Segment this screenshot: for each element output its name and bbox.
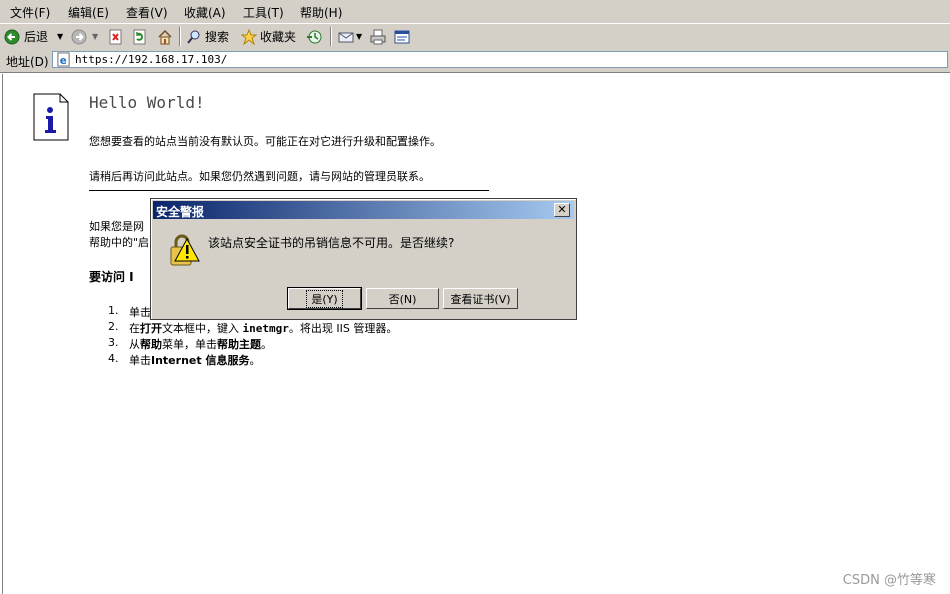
- search-label: 搜索: [205, 30, 230, 44]
- step-text-part: 从: [129, 338, 140, 351]
- menu-edit[interactable]: 编辑(E): [68, 4, 109, 21]
- step-number: 1.: [108, 304, 119, 317]
- ie-page-icon: e: [57, 52, 70, 67]
- step-text-part: 文本框中，键入: [162, 322, 243, 335]
- menu-tools[interactable]: 工具(T): [243, 4, 284, 21]
- divider: [89, 190, 489, 191]
- view-certificate-button[interactable]: 查看证书(V): [443, 288, 518, 309]
- back-button[interactable]: 后退 ▼: [4, 27, 63, 46]
- back-arrow-icon: [4, 29, 20, 44]
- toolbar-separator: [179, 27, 181, 46]
- dialog-title-bar[interactable]: 安全警报 ✕: [153, 201, 574, 219]
- security-alert-dialog: 安全警报 ✕ 该站点安全证书的吊销信息不可用。是否继续? 是(Y) 否(N) 查…: [150, 198, 577, 320]
- step-number: 3.: [108, 336, 119, 349]
- edit-button[interactable]: [394, 27, 410, 46]
- step-text-part: 在: [129, 322, 140, 335]
- step-command: inetmgr: [242, 322, 289, 335]
- history-button[interactable]: [306, 27, 322, 46]
- step-text-bold: 帮助: [140, 338, 162, 351]
- yes-label: 是(Y): [306, 289, 343, 308]
- body-text-line: 如果您是网: [89, 220, 144, 233]
- no-label: 否(N): [388, 292, 417, 306]
- search-icon: [187, 30, 200, 44]
- page-title: Hello World!: [89, 93, 205, 112]
- favorites-label: 收藏夹: [260, 30, 297, 44]
- star-icon: [241, 28, 257, 45]
- step-text-bold: 帮助主题: [217, 338, 261, 351]
- home-icon: [158, 29, 172, 44]
- search-button[interactable]: 搜索: [186, 27, 229, 46]
- step-text: 在打开文本框中，键入 inetmgr。将出现 IIS 管理器。: [129, 320, 397, 336]
- dialog-title: 安全警报: [156, 205, 205, 219]
- address-bar: 地址(D) e: [0, 49, 950, 73]
- step-text: 从帮助菜单，单击帮助主题。: [129, 336, 272, 352]
- watermark: CSDN @竹等寒: [842, 573, 936, 588]
- step-text: 单击: [129, 306, 151, 319]
- home-button[interactable]: [157, 27, 173, 46]
- stop-icon: [109, 29, 122, 44]
- info-icon: [33, 93, 69, 141]
- step-text-bold: Internet 信息服务: [151, 354, 250, 367]
- step-text-part: 菜单，单击: [162, 338, 217, 351]
- step-text-part: 。将出现 IIS 管理器。: [288, 322, 398, 335]
- mail-icon: [338, 32, 354, 42]
- close-button[interactable]: ✕: [554, 203, 570, 217]
- yes-button[interactable]: 是(Y): [287, 287, 362, 310]
- step-text-part: 。: [261, 338, 272, 351]
- step-text: 单击Internet 信息服务。: [129, 352, 260, 368]
- printer-icon: [370, 29, 386, 44]
- address-field[interactable]: e: [52, 51, 948, 68]
- menu-bar: 文件(F) 编辑(E) 查看(V) 收藏(A) 工具(T) 帮助(H): [0, 0, 950, 24]
- menu-help[interactable]: 帮助(H): [300, 4, 342, 21]
- history-icon: [307, 30, 322, 43]
- refresh-button[interactable]: [132, 27, 148, 46]
- step-text-part: 。: [249, 354, 261, 367]
- svg-text:e: e: [60, 55, 67, 67]
- address-label: 地址(D): [6, 55, 49, 69]
- no-button[interactable]: 否(N): [366, 288, 439, 309]
- toolbar-separator: [330, 27, 332, 46]
- section-heading: 要访问 I: [89, 270, 134, 284]
- refresh-icon: [133, 29, 146, 44]
- menu-view[interactable]: 查看(V): [126, 4, 168, 21]
- stop-button[interactable]: [108, 27, 124, 46]
- toolbar: 后退 ▼ ▼ 搜索 收藏夹 ▼: [0, 23, 950, 50]
- dialog-message: 该站点安全证书的吊销信息不可用。是否继续?: [208, 236, 455, 250]
- favorites-button[interactable]: 收藏夹: [241, 27, 296, 46]
- body-text-line: 请稍后再访问此站点。如果您仍然遇到问题，请与网站的管理员联系。: [89, 170, 430, 183]
- menu-favorites[interactable]: 收藏(A): [184, 4, 226, 21]
- lock-warning-icon: [170, 234, 200, 266]
- dropdown-arrow-icon[interactable]: ▼: [356, 32, 362, 41]
- view-certificate-label: 查看证书(V): [450, 292, 511, 306]
- forward-button[interactable]: ▼: [71, 27, 98, 46]
- print-button[interactable]: [370, 27, 386, 46]
- close-icon: ✕: [557, 203, 567, 216]
- step-text-bold: 打开: [140, 322, 162, 335]
- edit-page-icon: [394, 30, 410, 43]
- forward-arrow-icon: [71, 29, 87, 44]
- dropdown-arrow-icon[interactable]: ▼: [57, 32, 63, 41]
- step-text-part: 单击: [129, 354, 151, 367]
- menu-file[interactable]: 文件(F): [10, 4, 50, 21]
- body-text-line: 帮助中的"启: [89, 236, 150, 249]
- body-text-line: 您想要查看的站点当前没有默认页。可能正在对它进行升级和配置操作。: [89, 135, 441, 148]
- mail-button[interactable]: ▼: [338, 27, 362, 46]
- step-number: 2.: [108, 320, 119, 333]
- dropdown-arrow-icon[interactable]: ▼: [92, 32, 98, 41]
- url-input[interactable]: [75, 53, 675, 66]
- back-label: 后退: [24, 30, 49, 44]
- step-number: 4.: [108, 352, 119, 365]
